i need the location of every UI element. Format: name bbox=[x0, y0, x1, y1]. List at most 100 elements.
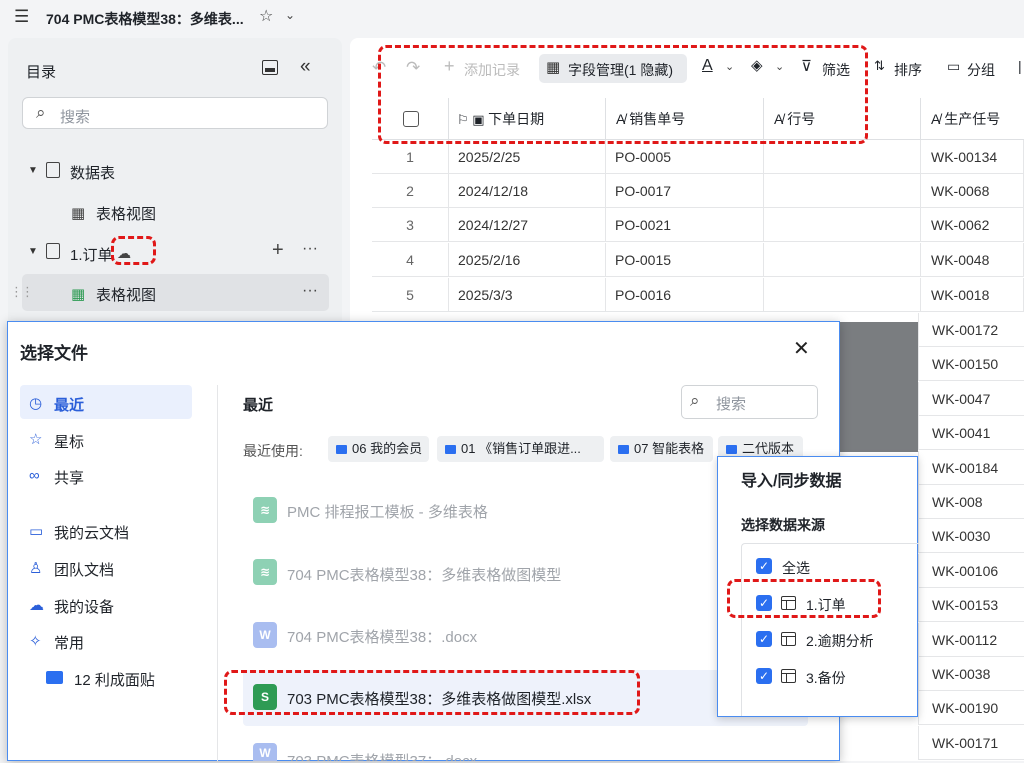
tree-item-grid-view[interactable]: 表格视图 bbox=[96, 203, 156, 224]
cell-prod-no[interactable]: WK-00153 bbox=[918, 588, 1024, 622]
cell-prod-no[interactable]: WK-0041 bbox=[918, 416, 1024, 450]
cell-prod-no[interactable]: WK-00172 bbox=[918, 313, 1024, 347]
caret-down-icon[interactable]: ▼ bbox=[28, 246, 38, 257]
caret-down-icon[interactable]: ▼ bbox=[28, 165, 38, 176]
file-item[interactable]: 704 PMC表格模型38：.docx bbox=[287, 626, 477, 647]
cell-prod-no[interactable]: WK-00134 bbox=[921, 140, 1024, 174]
cell-order-date[interactable]: 2024/12/27 bbox=[449, 208, 606, 242]
nav-frequent[interactable]: 常用 bbox=[54, 632, 84, 653]
cell-prod-no[interactable]: WK-008 bbox=[918, 485, 1024, 519]
cell-prod-no[interactable]: WK-00190 bbox=[918, 691, 1024, 725]
cell-prod-no[interactable]: WK-0062 bbox=[921, 208, 1024, 242]
table-row[interactable]: 1 2025/2/25 PO-0005 WK-00134 bbox=[372, 140, 1024, 174]
team-icon: ♙ bbox=[29, 560, 43, 577]
nav-recent[interactable]: 最近 bbox=[54, 394, 84, 415]
tree-item-grid-view-selected[interactable]: 表格视图 bbox=[96, 284, 156, 305]
divider bbox=[217, 385, 218, 761]
source-select-all[interactable]: 全选 bbox=[782, 558, 810, 578]
tree-item-data-table[interactable]: 数据表 bbox=[70, 162, 115, 183]
dialog-search-input[interactable] bbox=[681, 385, 818, 419]
cell-order-date[interactable]: 2024/12/18 bbox=[449, 174, 606, 208]
header-prod-no[interactable]: A̸ 生产任号 bbox=[921, 98, 1024, 140]
table-row[interactable]: 5 2025/3/3 PO-0016 WK-0018 bbox=[372, 278, 1024, 312]
chevron-down-icon[interactable]: ⌄ bbox=[285, 8, 295, 22]
cell-sales-no[interactable]: PO-0015 bbox=[606, 243, 764, 277]
word-doc-icon: W bbox=[253, 622, 277, 648]
drag-handle-icon[interactable]: ⋮⋮ bbox=[10, 284, 34, 300]
cell-prod-no[interactable]: WK-00106 bbox=[918, 554, 1024, 588]
recent-folder-chip[interactable]: 06 我的会员 bbox=[328, 436, 429, 462]
cell-order-date[interactable]: 2025/2/25 bbox=[449, 140, 606, 174]
nav-recent-active-bg[interactable] bbox=[20, 385, 192, 419]
cell-prod-no[interactable]: WK-0038 bbox=[918, 657, 1024, 691]
nav-folder-12[interactable]: 12 利成面贴 bbox=[74, 669, 155, 690]
cell-prod-no[interactable]: WK-00150 bbox=[918, 347, 1024, 381]
tree-item-selected-bg[interactable] bbox=[22, 274, 329, 311]
source-checkbox[interactable]: ✓ bbox=[756, 668, 772, 684]
table-row[interactable]: 4 2025/2/16 PO-0015 WK-0048 bbox=[372, 243, 1024, 277]
cell-prod-no[interactable]: WK-00171 bbox=[918, 726, 1024, 760]
highlight-toolbar-header bbox=[378, 45, 868, 144]
source-checkbox[interactable]: ✓ bbox=[756, 631, 772, 647]
nav-starred[interactable]: 星标 bbox=[54, 431, 84, 452]
cell-prod-no[interactable]: WK-0018 bbox=[921, 278, 1024, 312]
recent-folder-chip[interactable]: 07 智能表格 bbox=[610, 436, 713, 462]
file-item[interactable]: 703 PMC表格模型37：.docx bbox=[287, 750, 477, 761]
table-sync-icon bbox=[46, 243, 60, 259]
tree-item-order[interactable]: 1.订单 bbox=[70, 244, 113, 265]
chip-label: 二代版本 bbox=[742, 441, 795, 456]
nav-my-devices[interactable]: 我的设备 bbox=[54, 596, 114, 617]
cell-prod-no[interactable]: WK-0047 bbox=[918, 382, 1024, 416]
row-number: 5 bbox=[372, 278, 449, 312]
cell-sales-no[interactable]: PO-0005 bbox=[606, 140, 764, 174]
table-row[interactable]: 3 2024/12/27 PO-0021 WK-0062 bbox=[372, 208, 1024, 242]
import-panel-title: 导入/同步数据 bbox=[741, 473, 842, 490]
more-toolbar-icon[interactable]: | bbox=[1018, 58, 1022, 74]
cell-prod-no[interactable]: WK-0068 bbox=[921, 174, 1024, 208]
group-icon[interactable]: ▭ bbox=[947, 58, 960, 75]
cell-sales-no[interactable]: PO-0016 bbox=[606, 278, 764, 312]
cloud-upload-icon: ☁ bbox=[29, 597, 44, 614]
recent-folder-chip[interactable]: 01 《销售订单跟进... bbox=[437, 436, 604, 462]
source-overdue-analysis[interactable]: 2.逾期分析 bbox=[806, 631, 874, 651]
cell-prod-no[interactable]: WK-0048 bbox=[921, 243, 1024, 277]
cell-order-date[interactable]: 2025/2/16 bbox=[449, 243, 606, 277]
more-icon[interactable]: ··· bbox=[302, 282, 318, 300]
dialog-title: 选择文件 bbox=[20, 344, 88, 363]
multidimensional-sheet-icon: ≋ bbox=[253, 497, 277, 523]
cell-sales-no[interactable]: PO-0017 bbox=[606, 174, 764, 208]
source-backup[interactable]: 3.备份 bbox=[806, 668, 846, 688]
cell-sales-no[interactable]: PO-0021 bbox=[606, 208, 764, 242]
document-title[interactable]: 704 PMC表格模型38：多维表... bbox=[46, 9, 244, 29]
cell-prod-no[interactable]: WK-00184 bbox=[918, 451, 1024, 485]
pin-icon: ✧ bbox=[29, 633, 42, 650]
more-icon[interactable]: ··· bbox=[302, 240, 318, 258]
sort-icon[interactable]: ⇅ bbox=[874, 58, 885, 74]
nav-my-cloud-docs[interactable]: 我的云文档 bbox=[54, 522, 129, 543]
file-item[interactable]: 704 PMC表格模型38：多维表格做图模型 bbox=[287, 564, 561, 585]
panel-toggle-icon[interactable] bbox=[262, 60, 278, 75]
cell-line-no[interactable] bbox=[764, 174, 921, 208]
nav-team-docs[interactable]: 团队文档 bbox=[54, 559, 114, 580]
cell-order-date[interactable]: 2025/3/3 bbox=[449, 278, 606, 312]
close-icon[interactable]: ✕ bbox=[793, 336, 810, 361]
sidebar-search-placeholder: 搜索 bbox=[60, 109, 91, 126]
group-button[interactable]: 分组 bbox=[967, 60, 995, 80]
cell-prod-no[interactable]: WK-00112 bbox=[918, 623, 1024, 657]
cell-line-no[interactable] bbox=[764, 243, 921, 277]
sort-button[interactable]: 排序 bbox=[894, 60, 922, 80]
file-item[interactable]: PMC 排程报工模板 - 多维表格 bbox=[287, 501, 488, 522]
menu-icon[interactable]: ☰ bbox=[14, 7, 29, 27]
cell-line-no[interactable] bbox=[764, 278, 921, 312]
add-icon[interactable]: + bbox=[272, 239, 284, 262]
table-row[interactable]: 2 2024/12/18 PO-0017 WK-0068 bbox=[372, 174, 1024, 208]
collapse-sidebar-icon[interactable]: « bbox=[300, 56, 311, 78]
folder-icon bbox=[445, 445, 456, 454]
cell-line-no[interactable] bbox=[764, 208, 921, 242]
select-all-checkbox[interactable]: ✓ bbox=[756, 558, 772, 574]
nav-shared[interactable]: 共享 bbox=[54, 467, 84, 488]
cell-line-no[interactable] bbox=[764, 140, 921, 174]
chip-label: 07 智能表格 bbox=[634, 441, 705, 456]
star-icon[interactable]: ☆ bbox=[259, 6, 273, 26]
cell-prod-no[interactable]: WK-0030 bbox=[918, 519, 1024, 553]
